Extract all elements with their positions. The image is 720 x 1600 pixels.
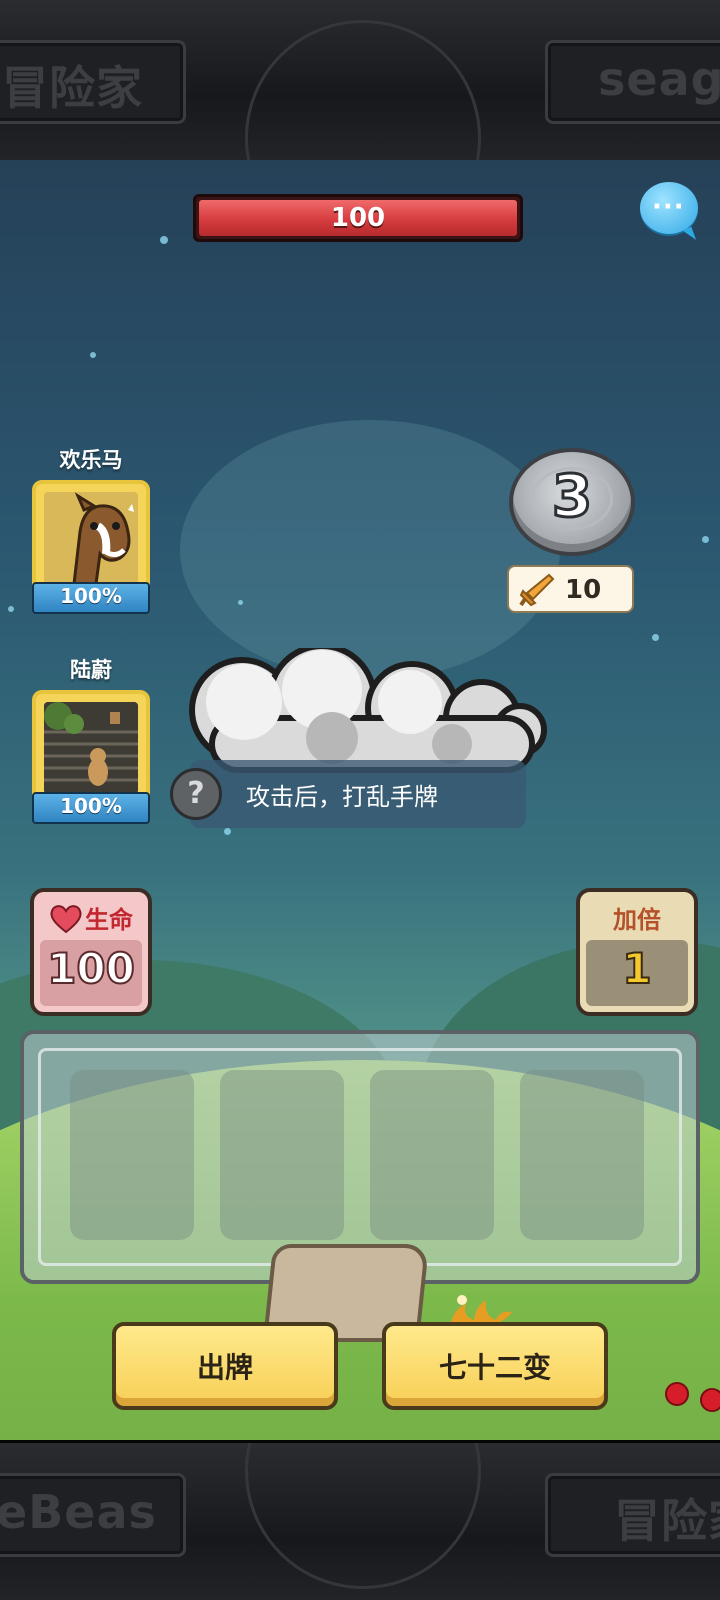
ally-health-percent: 100% (32, 792, 150, 824)
skill-description: 攻击后，打乱手牌 (246, 783, 438, 811)
attack-value: 10 (565, 575, 602, 605)
enemy-hp-value: 100 (330, 203, 386, 233)
top-emblem (245, 20, 481, 160)
chat-button[interactable]: ··· (640, 182, 698, 234)
top-frame: 冒险家 seaga (0, 0, 720, 163)
ally-health-percent: 100% (32, 582, 150, 614)
ally-card-2[interactable]: 陆蔚 100% (29, 654, 153, 824)
bottom-left-frame-text: eBeas (0, 1485, 157, 1539)
berry-decoration (700, 1388, 720, 1412)
transform-label: 七十二变 (438, 1351, 551, 1384)
storm-cloud-enemy[interactable] (182, 648, 552, 778)
game-screen: 冒险家 seaga 100 ··· 欢乐马 (0, 0, 720, 1600)
ally-name: 陆蔚 (70, 658, 112, 682)
skill-tooltip: ? 攻击后，打乱手牌 (170, 760, 526, 828)
top-left-frame-text: 冒险家 (2, 61, 143, 115)
card-slot-2[interactable] (220, 1070, 344, 1240)
top-right-frame-text: seaga (598, 52, 720, 106)
attack-badge: 10 (507, 565, 634, 613)
bg-cloud (180, 420, 560, 680)
life-panel: 生命 100 (30, 888, 152, 1016)
chat-bubble-icon: ··· (652, 192, 685, 222)
berry-decoration (665, 1382, 689, 1406)
sparkle-dot (652, 634, 659, 641)
life-label: 生命 (85, 906, 133, 934)
card-slot-3[interactable] (370, 1070, 494, 1240)
multiplier-value-box: 1 (586, 940, 688, 1006)
bottom-emblem (245, 1443, 481, 1589)
multiplier-value: 1 (621, 943, 652, 994)
sparkle-dot (702, 536, 709, 543)
turn-counter-value: 3 (550, 461, 593, 532)
enemy-hp-bar: 100 (193, 194, 523, 242)
play-card-label: 出牌 (196, 1351, 253, 1384)
multiplier-panel: 加倍 1 (576, 888, 698, 1016)
turn-counter-coin: 3 (509, 448, 635, 556)
heart-icon (50, 905, 82, 934)
bottom-frame: eBeas 冒险家 (0, 1440, 720, 1600)
life-value: 100 (46, 943, 136, 994)
ally-portrait-card[interactable]: 100% (32, 480, 150, 614)
sparkle-dot (160, 236, 168, 244)
card-slot-1[interactable] (70, 1070, 194, 1240)
ally-name: 欢乐马 (59, 448, 123, 472)
multiplier-label: 加倍 (613, 906, 661, 934)
life-value-box: 100 (40, 940, 142, 1006)
life-header: 生命 (34, 900, 148, 935)
ally-card-1[interactable]: 欢乐马 100% (29, 444, 153, 614)
sword-icon (519, 573, 555, 607)
horse-portrait (44, 492, 138, 584)
stairs-cat-portrait (44, 702, 138, 794)
sparkle-dot (238, 600, 243, 605)
play-card-button[interactable]: 出牌 (112, 1322, 338, 1410)
help-icon[interactable]: ? (170, 768, 222, 820)
ally-portrait-card[interactable]: 100% (32, 690, 150, 824)
sparkle-dot (90, 352, 96, 358)
sparkle-dot (8, 606, 14, 612)
sparkle-dot (224, 828, 231, 835)
transform-button[interactable]: 七十二变 (382, 1322, 608, 1410)
card-slot-4[interactable] (520, 1070, 644, 1240)
bottom-right-frame-text: 冒险家 (614, 1494, 720, 1548)
